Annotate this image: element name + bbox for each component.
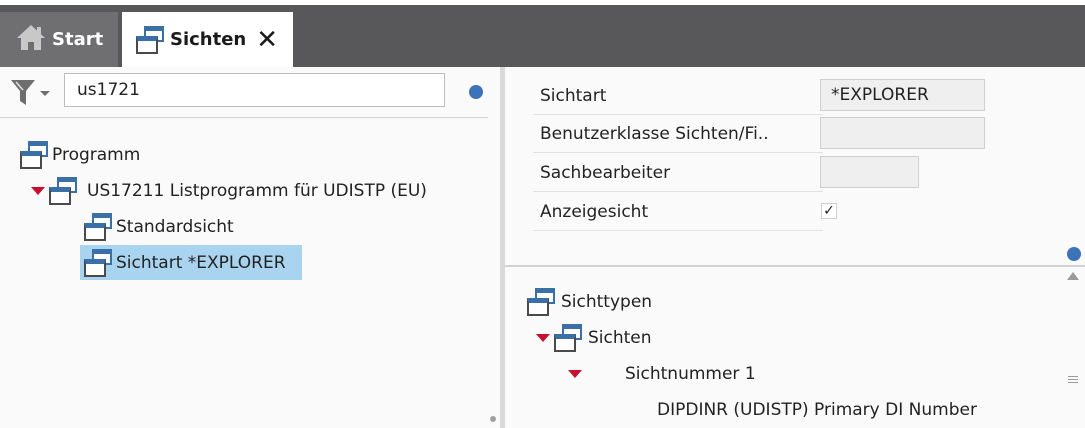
tab-start[interactable]: Start (0, 12, 118, 67)
resize-handle[interactable] (490, 416, 496, 422)
window-icon (554, 324, 582, 352)
anzeigesicht-checkbox[interactable]: ✓ (821, 203, 837, 219)
home-icon (16, 23, 46, 56)
scroll-grip-icon[interactable] (1068, 376, 1078, 385)
window-icon (136, 25, 164, 54)
filter-icon[interactable] (10, 79, 52, 112)
property-row: Benutzerklasse Sichten/Fi.. (533, 115, 823, 153)
tree-node-label: US17211 Listprogramm für UDISTP (EU) (87, 181, 427, 201)
property-row: Sachbearbeiter (533, 154, 823, 192)
property-row: Anzeigesicht (533, 193, 823, 231)
divider[interactable] (505, 265, 1085, 267)
property-label: Sachbearbeiter (540, 162, 671, 183)
divider (0, 117, 488, 118)
tree-node-sichten[interactable]: Sichten (536, 321, 652, 355)
close-icon[interactable]: ✕ (256, 27, 278, 53)
scroll-up-arrow-icon[interactable] (1067, 272, 1079, 280)
search-input[interactable] (64, 73, 445, 107)
status-dot (469, 85, 483, 99)
status-dot (1067, 247, 1081, 261)
tab-sichten-label: Sichten (170, 29, 247, 50)
tab-start-label: Start (52, 29, 104, 50)
expand-triangle-icon[interactable] (536, 334, 550, 342)
window-icon (49, 177, 77, 205)
tree-node-label: Sichttypen (561, 292, 653, 312)
tree-node-label: Sichtnummer 1 (625, 364, 756, 384)
filter-row (0, 67, 500, 117)
tree-node-label: Programm (52, 145, 141, 165)
tree-node-programm[interactable]: Programm (20, 138, 140, 172)
tree-node-label: Sichtart *EXPLORER (116, 252, 286, 273)
tree-node-sichttypen[interactable]: Sichttypen (527, 285, 652, 319)
tab-bar: Start Sichten ✕ (0, 5, 1085, 67)
tree-node-label: DIPDINR (UDISTP) Primary DI Number (657, 400, 977, 420)
window-icon (20, 141, 48, 169)
window-icon (527, 288, 555, 316)
tree-node-label: Standardsicht (116, 217, 234, 237)
tree-node-standardsicht[interactable]: Standardsicht (84, 210, 234, 244)
property-label: Sichtart (540, 85, 607, 106)
window-icon (84, 248, 112, 277)
tree-pane: Programm US17211 Listprogramm für UDISTP… (0, 67, 500, 428)
tree-node-program[interactable]: US17211 Listprogramm für UDISTP (EU) (31, 174, 427, 208)
property-label: Anzeigesicht (540, 201, 649, 222)
property-value-sichtart[interactable]: *EXPLORER (820, 79, 985, 111)
tree-node-label: Sichten (588, 328, 652, 348)
window-icon (84, 213, 112, 241)
property-value-sachbearbeiter[interactable] (820, 156, 919, 188)
tree-node-dipdinr[interactable]: DIPDINR (UDISTP) Primary DI Number (657, 393, 977, 427)
expand-triangle-icon[interactable] (568, 370, 582, 378)
property-label: Benutzerklasse Sichten/Fi.. (540, 123, 769, 144)
tree-node-sichtnummer[interactable]: Sichtnummer 1 (568, 357, 756, 391)
property-row: Sichtart (533, 77, 823, 115)
tree-node-sichtart-explorer[interactable]: Sichtart *EXPLORER (80, 245, 302, 280)
property-value-benutzerklasse[interactable] (820, 117, 985, 149)
details-pane: Sichtart *EXPLORER Benutzerklasse Sichte… (505, 67, 1085, 428)
tab-sichten[interactable]: Sichten ✕ (122, 12, 293, 67)
expand-triangle-icon[interactable] (31, 187, 45, 195)
